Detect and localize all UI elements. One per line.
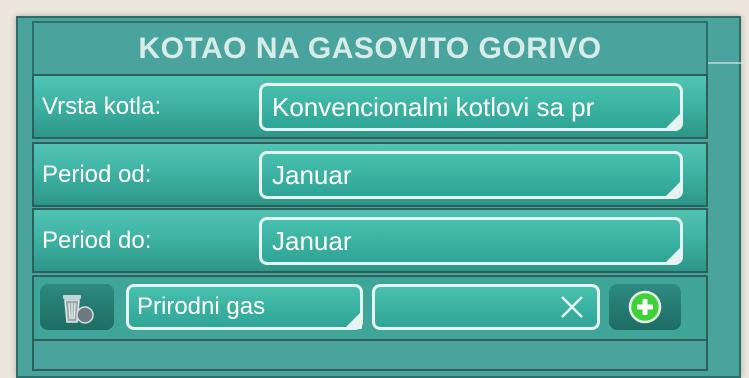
header-divider [708,62,744,64]
dialog-footer [32,341,708,371]
delete-fuel-button[interactable] [40,284,114,330]
period-from-label: Period od: [42,160,152,188]
dialog-header: KOTAO NA GASOVITO GORIVO [32,21,708,77]
fuel-entry-row: Prirodni gas [32,275,708,341]
dropdown-corner-icon [664,112,680,128]
fuel-amount-input[interactable] [372,284,600,330]
period-to-label: Period do: [42,226,152,254]
boiler-type-value: Konvencionalni kotlovi sa pr [272,91,595,122]
fuel-type-select[interactable]: Prirodni gas [126,284,363,330]
period-to-value: Januar [272,225,352,256]
boiler-dialog: KOTAO NA GASOVITO GORIVO Vrsta kotla: Ko… [16,16,744,378]
period-from-row: Period od: Januar [32,142,708,207]
trash-bin-icon [63,295,94,324]
period-from-value: Januar [272,159,352,190]
dropdown-corner-icon [344,311,362,329]
period-from-select[interactable]: Januar [259,151,683,199]
close-icon[interactable] [559,294,585,320]
dropdown-corner-icon [664,180,680,196]
period-to-select[interactable]: Januar [259,217,683,265]
boiler-type-label: Vrsta kotla: [42,92,162,120]
boiler-type-row: Vrsta kotla: Konvencionalni kotlovi sa p… [32,74,708,139]
plus-circle-icon [628,290,662,324]
dropdown-corner-icon [664,246,680,262]
boiler-type-select[interactable]: Konvencionalni kotlovi sa pr [259,83,683,131]
dialog-title: KOTAO NA GASOVITO GORIVO [138,32,602,65]
period-to-row: Period do: Januar [32,208,708,273]
add-fuel-button[interactable] [609,284,681,330]
fuel-type-value: Prirodni gas [137,293,266,320]
